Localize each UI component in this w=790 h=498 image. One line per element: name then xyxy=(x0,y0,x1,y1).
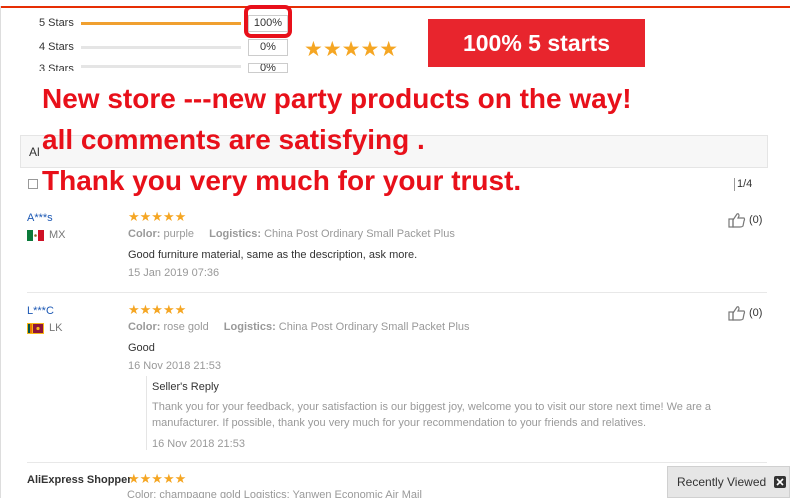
sri-lanka-flag-icon xyxy=(27,322,44,334)
seller-reply-text: Thank you for your feedback, your satisf… xyxy=(152,399,722,431)
summary-star-rating: ★★★★★ xyxy=(304,37,399,61)
country-code: LK xyxy=(49,322,63,334)
filter-checkbox[interactable] xyxy=(28,179,38,189)
recently-viewed-label: Recently Viewed xyxy=(677,475,767,489)
helpful-button[interactable]: (0) xyxy=(728,212,762,228)
rating-bar xyxy=(81,64,241,68)
buyer-name[interactable]: AliExpress Shopper xyxy=(27,474,132,486)
buyer-name[interactable]: A***s xyxy=(27,212,53,224)
seller-reply: Seller's Reply Thank you for your feedba… xyxy=(152,381,722,450)
review-meta: Color: purple Logistics: China Post Ordi… xyxy=(128,228,467,240)
review-stars: ★★★★★ xyxy=(128,303,187,318)
review-stars: ★★★★★ xyxy=(128,472,187,487)
seller-reply-date: 16 Nov 2018 21:53 xyxy=(152,438,245,450)
color-label: Color: xyxy=(128,228,161,240)
promo-line: New store ---new party products on the w… xyxy=(42,83,632,114)
page-indicator: 1/4 xyxy=(733,178,753,191)
rating-bar xyxy=(81,21,241,25)
review-date: 16 Nov 2018 21:53 xyxy=(128,360,221,372)
review-divider xyxy=(27,462,767,463)
logistics-label: Logistics: xyxy=(209,228,262,240)
rating-percent: 0% xyxy=(248,63,288,73)
thumbs-up-icon xyxy=(728,213,746,228)
review-stars: ★★★★★ xyxy=(128,210,187,225)
seller-reply-title: Seller's Reply xyxy=(152,381,219,393)
review-text: Good xyxy=(128,342,155,354)
review-text: Good furniture material, same as the des… xyxy=(128,249,418,261)
rating-row-5[interactable]: 5 Stars xyxy=(39,15,241,31)
filter-label[interactable]: Al xyxy=(29,145,40,159)
seller-reply-bar xyxy=(146,376,147,450)
highlight-circle xyxy=(244,5,292,38)
rating-row-4[interactable]: 4 Stars xyxy=(39,39,241,55)
buyer-name[interactable]: L***C xyxy=(27,305,54,317)
rating-label: 4 Stars xyxy=(39,41,74,53)
review-meta-partial: Color: champagne gold Logistics: Yanwen … xyxy=(127,489,422,498)
seller-reply-line: Thank you for your feedback, your satisf… xyxy=(152,401,712,413)
buyer-country: MX xyxy=(27,229,66,241)
logistics-value: China Post Ordinary Small Packet Plus xyxy=(264,228,455,240)
color-value: rose gold xyxy=(163,321,209,333)
thumbs-up-icon xyxy=(728,306,746,321)
helpful-count: (0) xyxy=(749,214,763,226)
close-icon[interactable] xyxy=(774,476,787,488)
promo-badge: 100% 5 starts xyxy=(428,19,645,67)
rating-row-3[interactable]: 3 Stars xyxy=(39,61,241,71)
rating-label: 5 Stars xyxy=(39,17,74,29)
seller-reply-line: manufacturer. If possible, thank you ver… xyxy=(152,417,647,429)
top-divider xyxy=(0,6,790,8)
logistics-label: Logistics: xyxy=(223,321,276,333)
helpful-button[interactable]: (0) xyxy=(728,305,762,321)
rating-bar-fill xyxy=(81,21,241,25)
helpful-count: (0) xyxy=(749,307,763,319)
review-date: 15 Jan 2019 07:36 xyxy=(128,267,220,279)
left-divider xyxy=(0,6,1,498)
rating-label: 3 Stars xyxy=(39,63,74,71)
promo-line: Thank you very much for your trust. xyxy=(42,165,522,196)
logistics-value: China Post Ordinary Small Packet Plus xyxy=(278,321,470,333)
promo-line: all comments are satisfying . xyxy=(42,124,425,155)
review-divider xyxy=(27,292,767,293)
review-meta: Color: rose gold Logistics: China Post O… xyxy=(128,321,482,333)
review-item: A***s MX ★★★★★ Color: purple Logistics: … xyxy=(27,210,767,282)
recently-viewed-button[interactable]: Recently Viewed xyxy=(667,466,790,498)
color-value: purple xyxy=(163,228,195,240)
rating-percent: 0% xyxy=(248,39,288,56)
color-label: Color: xyxy=(128,321,161,333)
mexico-flag-icon xyxy=(27,229,44,241)
rating-bar xyxy=(81,45,241,49)
buyer-country: LK xyxy=(27,322,62,334)
country-code: MX xyxy=(49,229,66,241)
